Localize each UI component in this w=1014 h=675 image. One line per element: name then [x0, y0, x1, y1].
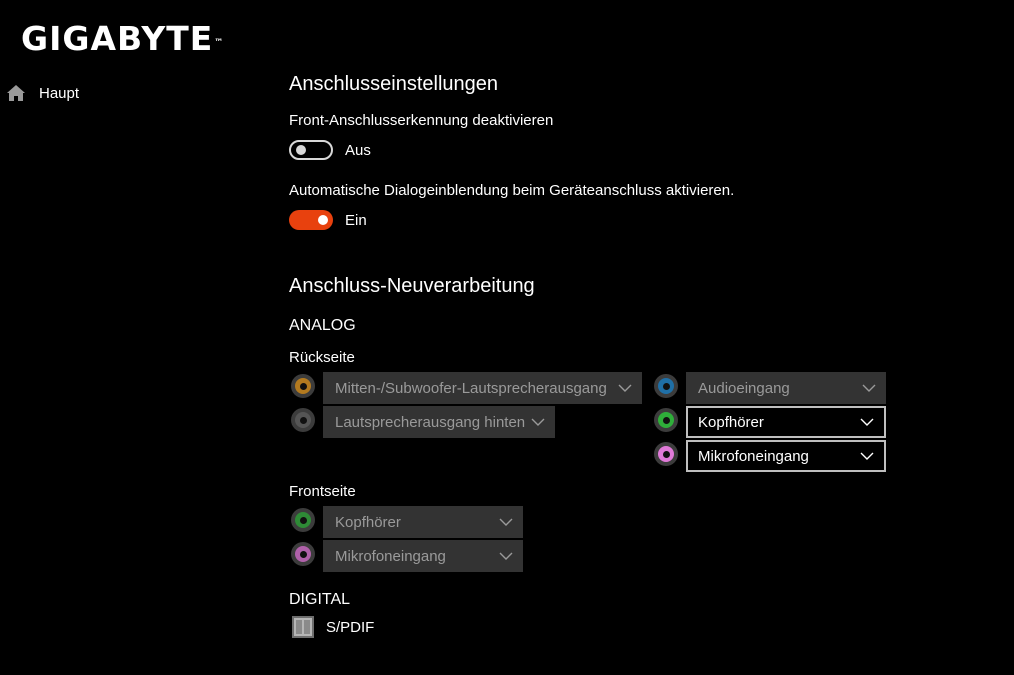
chevron-down-icon — [862, 384, 876, 392]
jack-function-select: Kopfhörer — [323, 506, 523, 538]
jack-green-icon — [291, 508, 315, 532]
jack-function-select[interactable]: Kopfhörer — [686, 406, 886, 438]
jack-black-icon — [291, 408, 315, 432]
digital-title: DIGITAL — [289, 591, 351, 608]
sidebar-item-haupt[interactable]: Haupt — [6, 82, 79, 104]
jack-orange-icon — [291, 374, 315, 398]
retasking-title: Anschluss-Neuverarbeitung — [289, 275, 535, 297]
connection-settings-title: Anschlusseinstellungen — [289, 73, 499, 95]
chevron-down-icon — [860, 452, 874, 460]
rear-panel-title: Rückseite — [289, 349, 355, 366]
jack-green-icon — [654, 408, 678, 432]
auto-dialog-toggle[interactable]: Ein — [289, 210, 367, 230]
toggle-switch[interactable] — [289, 140, 333, 160]
chevron-down-icon — [499, 552, 513, 560]
spdif-label: S/PDIF — [326, 619, 375, 636]
sidebar-item-label: Haupt — [39, 84, 80, 102]
jack-function-select: Lautsprecherausgang hinten — [323, 406, 555, 438]
jack-function-select: Mitten-/Subwoofer-Lautsprecherausgang — [323, 372, 642, 404]
spdif-port-icon — [292, 616, 314, 638]
jack-function-select: Audioeingang — [686, 372, 886, 404]
jack-pink-icon — [291, 542, 315, 566]
chevron-down-icon — [499, 518, 513, 526]
front-panel-title: Frontseite — [289, 483, 356, 500]
home-icon — [6, 83, 26, 103]
toggle-state-label: Aus — [345, 141, 371, 159]
jack-function-select[interactable]: Mikrofoneingang — [686, 440, 886, 472]
jack-function-select: Mikrofoneingang — [323, 540, 523, 572]
gigabyte-logo: GIGABYTE™ — [21, 19, 224, 58]
auto-dialog-label: Automatische Dialogeinblendung beim Gerä… — [289, 182, 735, 199]
front-detection-toggle[interactable]: Aus — [289, 140, 371, 160]
chevron-down-icon — [531, 418, 545, 426]
jack-blue-icon — [654, 374, 678, 398]
jack-pink-icon — [654, 442, 678, 466]
analog-title: ANALOG — [289, 317, 356, 334]
front-detection-label: Front-Anschlusserkennung deaktivieren — [289, 112, 554, 129]
toggle-switch[interactable] — [289, 210, 333, 230]
chevron-down-icon — [860, 418, 874, 426]
toggle-state-label: Ein — [345, 211, 367, 229]
chevron-down-icon — [618, 384, 632, 392]
